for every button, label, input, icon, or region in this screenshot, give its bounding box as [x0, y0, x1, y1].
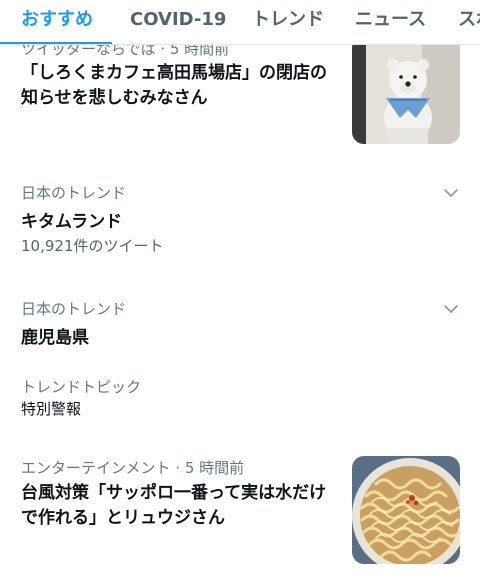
trend-topic-value: 特別警報	[21, 400, 82, 418]
chevron-down-icon[interactable]	[442, 184, 460, 202]
tab-sports[interactable]: スポ	[458, 0, 480, 44]
chevron-down-icon[interactable]	[442, 300, 460, 318]
news-item-headline: 「しろくまカフェ高田馬場店」の閉店の知らせを悲しむみなさん	[21, 63, 327, 108]
trend-context: 日本のトレンド	[21, 300, 127, 318]
trend-name: キタムランド	[21, 212, 123, 232]
tab-news[interactable]: ニュース	[355, 0, 426, 44]
news-item-meta: エンターテインメント · 5 時間前	[21, 459, 245, 477]
ramen-noodles-image[interactable]	[352, 456, 460, 564]
tab-trends[interactable]: トレンド	[252, 0, 324, 44]
explore-tab-bar: おすすめ COVID-19 トレンド ニュース スポ	[0, 0, 480, 45]
active-tab-indicator	[0, 42, 112, 44]
news-item-headline: 台風対策「サッポロ一番って実は水だけで作れる」とリュウジさん	[21, 483, 327, 528]
tab-covid19[interactable]: COVID-19	[130, 0, 226, 44]
trend-topic-label: トレンドトピック	[21, 378, 142, 396]
trend-name: 鹿児島県	[21, 328, 89, 348]
news-item-sapporo-ichiban[interactable]: エンターテインメント · 5 時間前 台風対策「サッポロ一番って実は水だけで作れ…	[0, 439, 480, 579]
polar-bear-image[interactable]	[352, 36, 460, 144]
tab-recommended[interactable]: おすすめ	[21, 0, 93, 44]
trend-item-kitamuraland[interactable]: 日本のトレンド キタムランド 10,921件のツイート	[0, 161, 480, 278]
trend-tweet-count: 10,921件のツイート	[21, 237, 164, 255]
trend-item-kagoshima[interactable]: 日本のトレンド 鹿児島県 トレンドトピック 特別警報	[0, 277, 480, 440]
trend-context: 日本のトレンド	[21, 184, 127, 202]
